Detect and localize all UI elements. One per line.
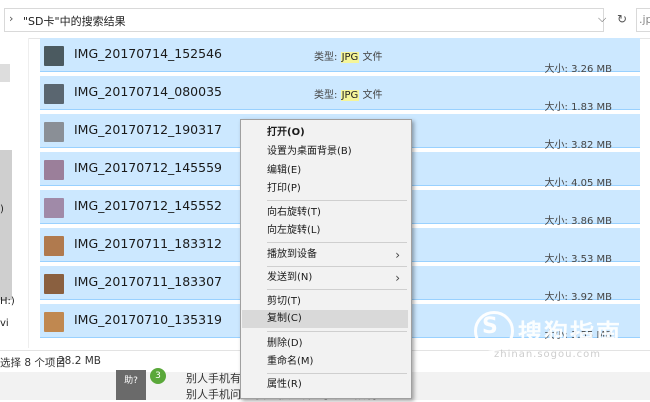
selection-count: 选择 8 个项目 — [0, 357, 66, 369]
menu-item-open[interactable]: 打开(O) — [242, 124, 408, 142]
image-thumbnail-icon — [44, 122, 64, 142]
file-size: 大小: 1.83 MB — [544, 102, 612, 113]
breadcrumb-separator[interactable]: › — [9, 12, 13, 25]
menu-separator — [267, 242, 407, 243]
menu-item-label: 播放到设备 — [267, 249, 317, 260]
context-menu[interactable]: 打开(O) 设置为桌面背景(B) 编辑(E) 打印(P) 向右旋转(T) 向左旋… — [240, 119, 412, 399]
file-size: 大小: 3.53 MB — [544, 254, 612, 265]
image-thumbnail-icon — [44, 274, 64, 294]
chevron-right-icon: › — [395, 271, 400, 285]
file-name: IMG_20170710_135319 — [74, 312, 222, 327]
file-row[interactable]: IMG_20170714_080035 类型: JPG 文件 大小: 1.83 … — [40, 76, 640, 113]
file-name: IMG_20170712_145559 — [74, 160, 222, 175]
menu-item-edit[interactable]: 编辑(E) — [242, 162, 408, 180]
menu-item-rotate-right[interactable]: 向右旋转(T) — [242, 204, 408, 222]
file-name: IMG_20170711_183307 — [74, 274, 222, 289]
menu-item-label: 打开(O) — [267, 127, 305, 138]
menu-item-label: 设置为桌面背景(B) — [267, 146, 352, 157]
menu-item-print[interactable]: 打印(P) — [242, 180, 408, 198]
file-type: 类型: JPG 文件 — [314, 48, 382, 63]
watermark-brand: 搜狗指南 — [518, 319, 622, 347]
menu-item-rotate-left[interactable]: 向左旋转(L) — [242, 222, 408, 240]
image-thumbnail-icon — [44, 312, 64, 332]
menu-item-cut[interactable]: 剪切(T) — [242, 293, 408, 311]
selection-size: 28.2 MB — [58, 355, 101, 367]
type-prefix: 类型: — [314, 90, 338, 101]
navigation-pane[interactable]: ) H:) vi — [0, 38, 29, 348]
nav-fragment: ) — [0, 204, 4, 215]
file-name: IMG_20170712_190317 — [74, 122, 222, 137]
menu-item-copy[interactable]: 复制(C) — [242, 310, 408, 328]
menu-item-label: 编辑(E) — [267, 165, 302, 176]
image-thumbnail-icon — [44, 198, 64, 218]
nav-fragment: vi — [0, 318, 9, 329]
menu-separator — [267, 331, 407, 332]
chevron-right-icon: › — [395, 248, 400, 262]
menu-item-label: 重命名(M) — [267, 356, 314, 367]
file-row[interactable]: IMG_20170714_152546 类型: JPG 文件 大小: 3.26 … — [40, 38, 640, 75]
watermark-url: zhinan.sogou.com — [494, 349, 602, 360]
menu-item-label: 删除(D) — [267, 338, 303, 349]
file-size: 大小: 3.92 MB — [544, 292, 612, 303]
search-text: .jpg — [639, 13, 650, 26]
file-name: IMG_20170712_145552 — [74, 198, 222, 213]
file-size: 大小: 3.86 MB — [544, 216, 612, 227]
menu-item-set-wallpaper[interactable]: 设置为桌面背景(B) — [242, 143, 408, 161]
menu-item-properties[interactable]: 属性(R) — [242, 376, 408, 394]
menu-item-label: 向左旋转(L) — [267, 225, 321, 236]
type-prefix: 类型: — [314, 52, 338, 63]
menu-item-label: 发送到(N) — [267, 272, 313, 283]
type-suffix: 文件 — [362, 90, 383, 101]
menu-item-cast-to-device[interactable]: 播放到设备 › — [242, 246, 408, 264]
chevron-down-icon[interactable]: ⌵ — [598, 12, 606, 26]
menu-item-label: 属性(R) — [267, 379, 302, 390]
avatar[interactable]: 助? — [116, 370, 146, 400]
answer-number-badge: 3 — [150, 368, 166, 384]
nav-scrollbar[interactable] — [0, 150, 12, 300]
watermark: S 搜狗指南 zhinan.sogou.com — [474, 311, 650, 361]
breadcrumb[interactable]: "SD卡"中的搜索结果 — [23, 13, 126, 29]
image-thumbnail-icon — [44, 160, 64, 180]
menu-item-label: 复制(C) — [267, 313, 302, 324]
image-thumbnail-icon — [44, 46, 64, 66]
file-name: IMG_20170714_080035 — [74, 84, 222, 99]
menu-item-rename[interactable]: 重命名(M) — [242, 353, 408, 371]
menu-item-label: 打印(P) — [267, 183, 301, 194]
nav-item[interactable] — [0, 64, 10, 82]
address-bar[interactable]: › "SD卡"中的搜索结果 — [4, 8, 604, 32]
menu-item-label: 向右旋转(T) — [267, 207, 321, 218]
type-ext: JPG — [340, 52, 360, 63]
file-name: IMG_20170714_152546 — [74, 46, 222, 61]
menu-separator — [267, 200, 407, 201]
refresh-icon[interactable]: ↻ — [614, 8, 630, 30]
file-type: 类型: JPG 文件 — [314, 86, 382, 101]
address-bar-area: › "SD卡"中的搜索结果 ⌵ ↻ .jpg — [0, 0, 650, 39]
image-thumbnail-icon — [44, 84, 64, 104]
menu-item-label: 剪切(T) — [267, 296, 301, 307]
watermark-logo-letter: S — [482, 314, 498, 339]
image-thumbnail-icon — [44, 236, 64, 256]
file-size: 大小: 3.26 MB — [544, 64, 612, 75]
type-ext: JPG — [340, 90, 360, 101]
menu-separator — [267, 289, 407, 290]
menu-separator — [267, 266, 407, 267]
menu-separator — [267, 373, 407, 374]
file-name: IMG_20170711_183312 — [74, 236, 222, 251]
search-input[interactable]: .jpg — [636, 8, 650, 32]
file-size: 大小: 4.05 MB — [544, 178, 612, 189]
type-suffix: 文件 — [362, 52, 383, 63]
file-size: 大小: 3.82 MB — [544, 140, 612, 151]
menu-item-delete[interactable]: 删除(D) — [242, 335, 408, 353]
nav-fragment: H:) — [0, 296, 15, 307]
menu-item-send-to[interactable]: 发送到(N) › — [242, 269, 408, 287]
